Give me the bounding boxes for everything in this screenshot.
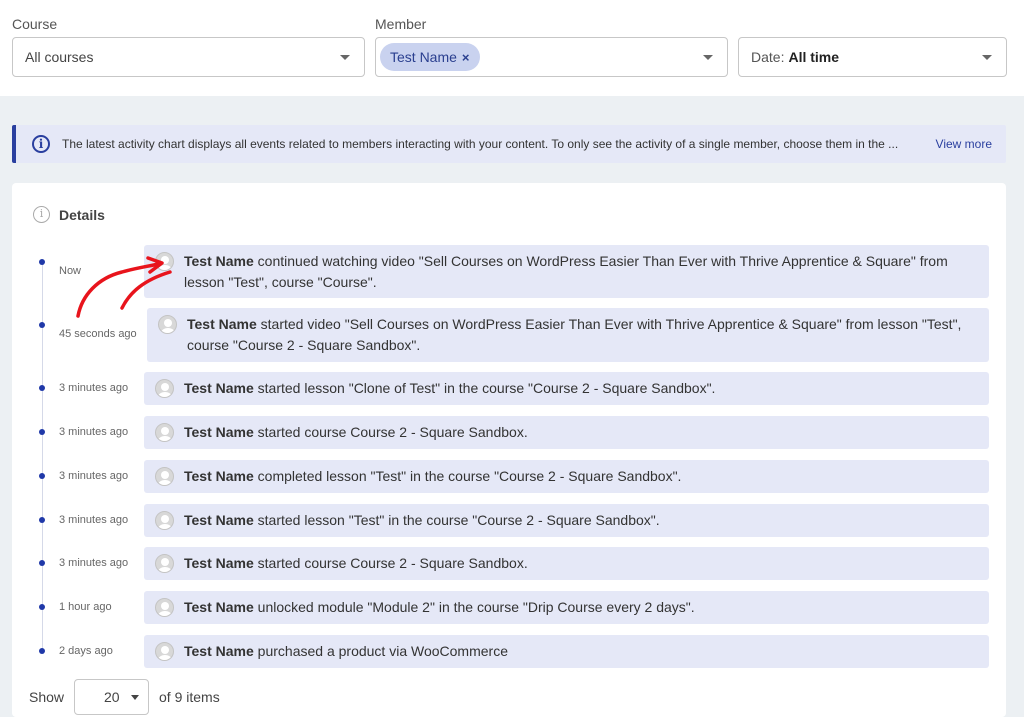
timeline-line: [42, 261, 43, 653]
details-info-icon: i: [33, 206, 50, 223]
activity-time: 45 seconds ago: [59, 328, 137, 340]
date-select-value: All time: [788, 49, 840, 65]
avatar: [155, 511, 174, 530]
avatar: [155, 598, 174, 617]
activity-time: 1 hour ago: [59, 601, 112, 613]
activity-text: completed lesson "Test" in the course "C…: [257, 468, 682, 484]
timeline-dot: [39, 560, 45, 566]
avatar: [155, 379, 174, 398]
items-count-label: of 9 items: [159, 689, 220, 705]
activity-card: Test Name started lesson "Test" in the c…: [144, 504, 989, 537]
timeline-dot: [39, 385, 45, 391]
activity-member-name[interactable]: Test Name: [184, 599, 254, 615]
page-size-select[interactable]: 20: [74, 679, 149, 715]
chevron-down-icon: [982, 55, 992, 60]
activity-time: 3 minutes ago: [59, 557, 129, 569]
activity-message: Test Name completed lesson "Test" in the…: [184, 466, 681, 487]
member-chip: Test Name ×: [380, 43, 480, 71]
activity-card: Test Name started lesson "Clone of Test"…: [144, 372, 989, 405]
member-chip-label: Test Name: [390, 49, 457, 65]
activity-message: Test Name started video "Sell Courses on…: [187, 314, 977, 356]
activity-card: Test Name started video "Sell Courses on…: [147, 308, 989, 362]
show-label: Show: [29, 689, 65, 705]
activity-member-name[interactable]: Test Name: [187, 316, 257, 332]
activity-member-name[interactable]: Test Name: [184, 468, 254, 484]
activity-member-name[interactable]: Test Name: [184, 512, 254, 528]
chevron-down-icon: [340, 55, 350, 60]
timeline-dot: [39, 517, 45, 523]
activity-text: unlocked module "Module 2" in the course…: [257, 599, 695, 615]
timeline-dot: [39, 473, 45, 479]
activity-text: continued watching video "Sell Courses o…: [184, 252, 948, 290]
activity-message: Test Name unlocked module "Module 2" in …: [184, 597, 695, 618]
course-select-value: All courses: [25, 49, 94, 65]
activity-message: Test Name started lesson "Clone of Test"…: [184, 378, 715, 399]
activity-member-name[interactable]: Test Name: [184, 555, 254, 571]
member-select[interactable]: Test Name ×: [375, 37, 728, 77]
activity-message: Test Name continued watching video "Sell…: [184, 251, 977, 293]
timeline-dot: [39, 429, 45, 435]
activity-member-name[interactable]: Test Name: [184, 424, 254, 440]
activity-member-name[interactable]: Test Name: [184, 253, 254, 269]
member-filter-label: Member: [375, 16, 427, 32]
filter-bar: Course All courses Member Test Name × Da…: [0, 0, 1024, 96]
activity-text: started course Course 2 - Square Sandbox…: [257, 555, 528, 571]
activity-text: started lesson "Test" in the course "Cou…: [257, 512, 660, 528]
activity-message: Test Name started lesson "Test" in the c…: [184, 510, 660, 531]
annotation-arrow-icon: [76, 256, 172, 318]
timeline-dot: [39, 604, 45, 610]
info-icon: i: [32, 135, 50, 153]
activity-card: Test Name started course Course 2 - Squa…: [144, 547, 989, 580]
activity-card: Test Name continued watching video "Sell…: [144, 245, 989, 298]
activity-time: 3 minutes ago: [59, 426, 129, 438]
activity-time: 2 days ago: [59, 645, 113, 657]
activity-time: 3 minutes ago: [59, 382, 129, 394]
avatar: [155, 642, 174, 661]
course-filter-label: Course: [12, 16, 58, 32]
activity-message: Test Name started course Course 2 - Squa…: [184, 422, 528, 443]
timeline-dot: [39, 259, 45, 265]
activity-text: started course Course 2 - Square Sandbox…: [257, 424, 528, 440]
activity-card: Test Name unlocked module "Module 2" in …: [144, 591, 989, 624]
info-banner-text: The latest activity chart displays all e…: [62, 137, 899, 151]
avatar: [155, 554, 174, 573]
avatar: [155, 467, 174, 486]
activity-text: started lesson "Clone of Test" in the co…: [257, 380, 716, 396]
page-size-value: 20: [104, 689, 120, 705]
timeline-dot: [39, 648, 45, 654]
activity-message: Test Name purchased a product via WooCom…: [184, 641, 508, 662]
details-title: Details: [59, 207, 105, 223]
activity-time: 3 minutes ago: [59, 470, 129, 482]
caret-down-icon: [131, 695, 139, 700]
activity-member-name[interactable]: Test Name: [184, 380, 254, 396]
info-banner: i The latest activity chart displays all…: [12, 125, 1006, 163]
activity-time: 3 minutes ago: [59, 514, 129, 526]
timeline-dot: [39, 322, 45, 328]
activity-message: Test Name started course Course 2 - Squa…: [184, 553, 528, 574]
activity-card: Test Name started course Course 2 - Squa…: [144, 416, 989, 449]
avatar: [155, 423, 174, 442]
chevron-down-icon: [703, 55, 713, 60]
activity-member-name[interactable]: Test Name: [184, 643, 254, 659]
activity-text: purchased a product via WooCommerce: [257, 643, 508, 659]
activity-text: started video "Sell Courses on WordPress…: [187, 316, 962, 353]
chip-remove-icon[interactable]: ×: [462, 50, 470, 65]
activity-card: Test Name completed lesson "Test" in the…: [144, 460, 989, 493]
view-more-link[interactable]: View more: [936, 137, 992, 151]
course-select[interactable]: All courses: [12, 37, 365, 77]
activity-card: Test Name purchased a product via WooCom…: [144, 635, 989, 668]
date-select[interactable]: Date: All time: [738, 37, 1007, 77]
date-select-prefix: Date:: [751, 49, 785, 65]
